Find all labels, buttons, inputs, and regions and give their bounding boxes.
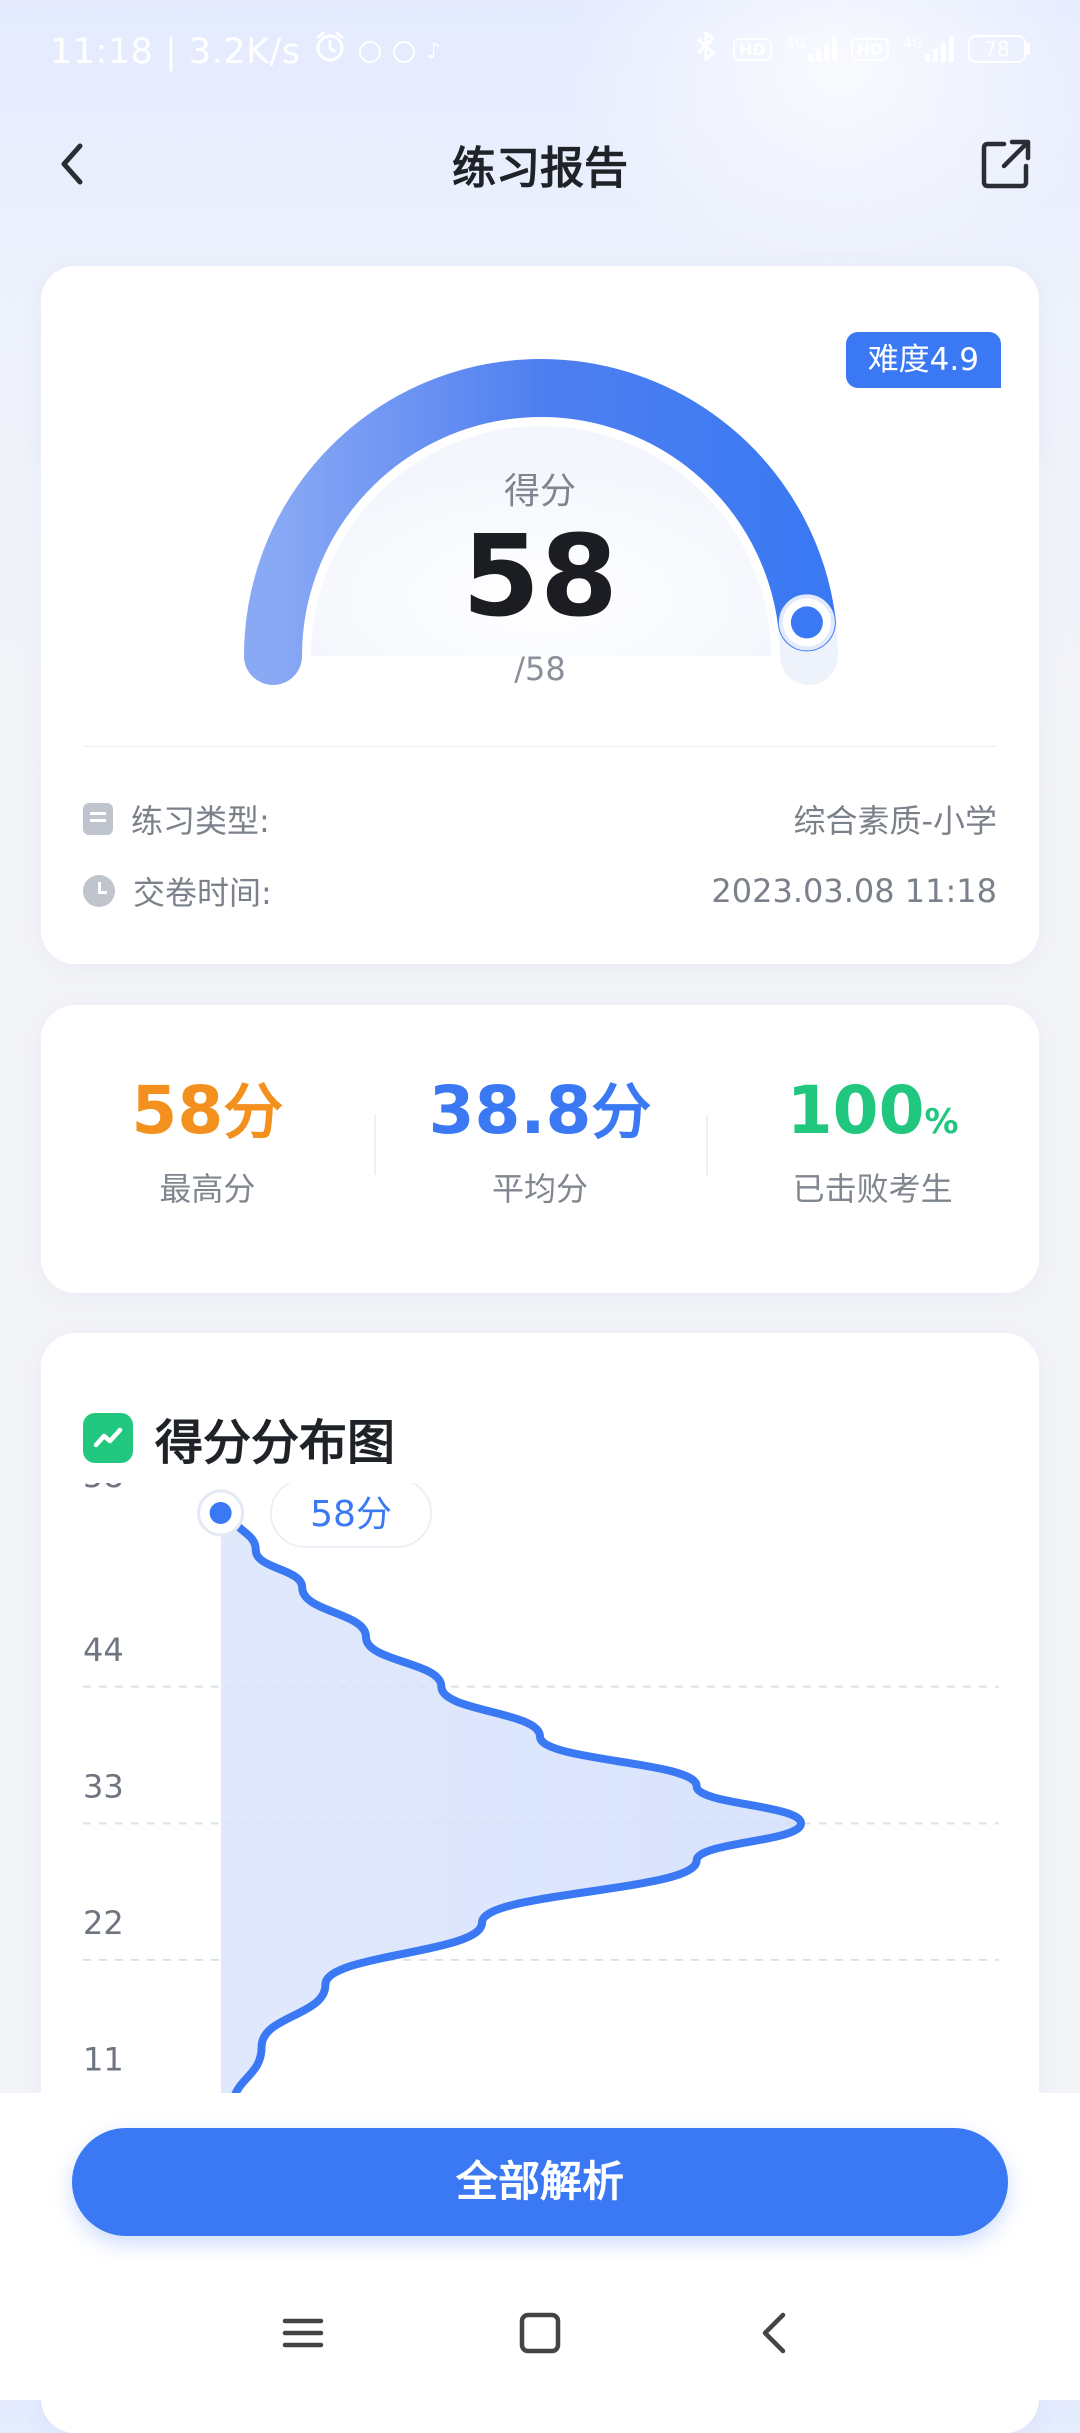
signal-icon-2: 4G (903, 36, 954, 62)
stat-max-number: 58 (131, 1072, 224, 1149)
stats-card: 58分 最高分 38.8分 平均分 100% 已击败考生 (41, 1005, 1039, 1293)
battery-icon: 78 (968, 35, 1030, 63)
submit-time-label: 交卷时间: (133, 874, 272, 912)
distribution-header: 得分分布图 (83, 1403, 395, 1473)
marker-label: 58分 (310, 1494, 392, 1535)
nav-menu-button[interactable] (263, 2293, 343, 2373)
network-label-1: 4G (785, 36, 806, 52)
submit-time-row: 交卷时间: 2023.03.08 11:18 (83, 866, 997, 916)
app-header: 练习报告 (0, 120, 1080, 210)
hd-badge-1: HD (733, 37, 772, 61)
stat-beat-caption: 已击败考生 (792, 1169, 953, 1208)
notification-icon-2 (392, 40, 415, 63)
page-title: 练习报告 (452, 143, 628, 194)
menu-icon (282, 2318, 324, 2348)
y-tick-label: 11 (83, 2040, 124, 2078)
stats-row: 58分 最高分 38.8分 平均分 100% 已击败考生 (41, 1005, 1039, 1293)
home-square-icon (519, 2312, 561, 2354)
battery-level: 78 (968, 35, 1026, 63)
signal-icon-1: 4G (786, 36, 837, 62)
stat-max: 58分 最高分 (41, 1005, 374, 1293)
clock-icon (83, 875, 115, 907)
stat-avg-unit: 分 (591, 1078, 652, 1148)
system-nav-bar (0, 2293, 1080, 2373)
alarm-icon (313, 30, 347, 73)
practice-type-row: 练习类型: 综合素质-小学 (83, 794, 997, 844)
y-tick-label: 44 (83, 1631, 124, 1669)
bottom-bar: 全部解析 (0, 2093, 1080, 2400)
submit-time-value: 2023.03.08 11:18 (711, 872, 997, 910)
y-tick-label: 33 (83, 1767, 124, 1805)
practice-type-label: 练习类型: (131, 802, 270, 840)
share-icon (981, 139, 1031, 189)
stat-max-caption: 最高分 (159, 1169, 256, 1208)
hd-badge-2: HD (850, 37, 890, 61)
trend-icon (83, 1413, 133, 1463)
y-tick-label: 58 (83, 1483, 124, 1495)
back-triangle-icon (762, 2312, 786, 2354)
score-card: 难度4.9 得分 58 /58 练习类型: 综合素质-小学 交卷时间: 2023… (41, 266, 1039, 964)
nav-back-button[interactable] (735, 2293, 815, 2373)
distribution-chart: 58 44 33 22 11 58分 (83, 1483, 999, 2103)
stat-beat-value: 100% (706, 1072, 1039, 1149)
card-divider (83, 746, 997, 747)
score-label: 得分 (503, 471, 576, 512)
stat-avg: 38.8分 平均分 (373, 1005, 707, 1293)
stat-max-unit: 分 (223, 1078, 284, 1148)
status-bar: 11:18 | 3.2K/s ♪ HD 4G HD 4G 78 (0, 0, 1080, 100)
distribution-title: 得分分布图 (155, 1415, 396, 1471)
stat-beat: 100% 已击败考生 (706, 1005, 1039, 1293)
music-icon: ♪ (426, 39, 442, 64)
stat-avg-number: 38.8 (428, 1072, 592, 1149)
view-all-analysis-button[interactable]: 全部解析 (72, 2128, 1008, 2236)
stat-beat-number: 100 (786, 1072, 925, 1149)
status-time: 11:18 | 3.2K/s (50, 31, 301, 72)
stat-beat-unit: % (924, 1102, 959, 1142)
score-total: /58 (514, 650, 566, 688)
notification-icon (358, 40, 381, 63)
stat-avg-value: 38.8分 (374, 1072, 707, 1149)
bluetooth-icon (693, 30, 719, 68)
status-left: 11:18 | 3.2K/s ♪ (50, 30, 441, 73)
y-tick-label: 22 (83, 1904, 124, 1942)
score-value: 58 (462, 512, 618, 642)
network-label-2: 4G (903, 36, 923, 52)
marker-dot (209, 1502, 232, 1524)
status-right: HD 4G HD 4G 78 (693, 30, 1030, 68)
stat-avg-caption: 平均分 (492, 1169, 589, 1208)
practice-type-value: 综合素质-小学 (793, 802, 997, 840)
stat-max-value: 58分 (41, 1072, 374, 1149)
share-button[interactable] (976, 134, 1036, 194)
document-icon (83, 803, 113, 835)
nav-home-button[interactable] (500, 2293, 580, 2373)
